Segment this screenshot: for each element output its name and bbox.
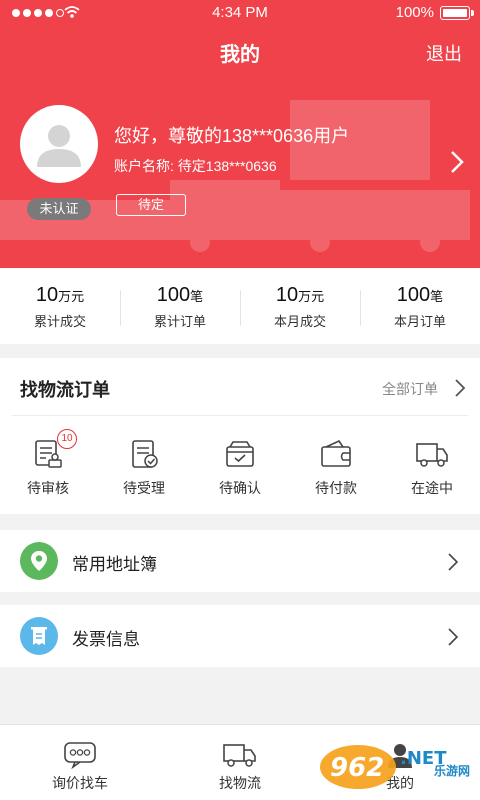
stat-label: 累计成交 — [33, 314, 86, 329]
order-pending-confirm[interactable]: 待确认 — [192, 438, 288, 498]
orders-title: 找物流订单 — [20, 380, 110, 400]
tab-label: 找物流 — [219, 775, 261, 791]
logout-button[interactable]: 退出 — [426, 40, 462, 66]
default-user-icon — [37, 125, 81, 167]
stat-unit: 笔 — [430, 289, 444, 304]
all-orders-link[interactable]: 全部订单 — [382, 379, 438, 399]
profile-chevron-right-icon[interactable] — [450, 150, 464, 174]
truck-icon — [223, 744, 256, 767]
stat-label: 累计订单 — [153, 314, 206, 329]
account-name: 账户名称: 待定138***0636 — [114, 158, 277, 174]
order-pending-acceptance[interactable]: 待受理 — [96, 438, 192, 498]
stat-unit: 笔 — [190, 289, 204, 304]
stat-label: 本月订单 — [393, 314, 446, 329]
chevron-right-icon[interactable] — [454, 378, 466, 398]
status-bar: 4:34 PM 100% — [0, 0, 480, 26]
page-title: 我的 — [220, 44, 260, 66]
stat-total-turnover: 10万元 累计成交 — [0, 268, 120, 344]
stat-value: 100 — [156, 284, 191, 306]
order-status-label: 待审核 — [27, 480, 69, 496]
profile-header: 4:34 PM 100% 我的 退出 未认证 您好，尊敬的138***0636用… — [0, 0, 480, 268]
verification-status-badge: 未认证 — [27, 198, 91, 220]
avatar[interactable] — [20, 105, 98, 183]
stat-value: 10 — [35, 284, 59, 306]
stat-unit: 万元 — [58, 289, 85, 304]
svg-text:962: 962 — [330, 753, 384, 783]
address-book-row[interactable]: 常用地址簿 — [0, 530, 480, 592]
invoice-info-label: 发票信息 — [72, 630, 140, 649]
stat-value: 10 — [275, 284, 299, 306]
stat-total-orders: 100笔 累计订单 — [120, 268, 240, 344]
watermark-text: 乐游网 — [433, 764, 470, 778]
order-pending-review[interactable]: 10 待审核 — [0, 429, 96, 498]
stat-month-turnover: 10万元 本月成交 — [240, 268, 360, 344]
chat-bubble-icon — [64, 742, 96, 769]
confirm-box-icon — [226, 441, 254, 467]
chevron-right-icon — [448, 628, 458, 646]
tab-logistics[interactable]: 找物流 — [160, 725, 320, 800]
order-status-row: 10 待审核 待受理 待确认 待付款 在途中 — [0, 429, 480, 498]
invoice-icon — [20, 617, 58, 655]
location-pin-icon — [20, 542, 58, 580]
logistics-orders-card: 找物流订单 全部订单 10 待审核 待受理 待确认 待付款 在途中 — [0, 358, 480, 514]
order-status-label: 待付款 — [315, 480, 357, 496]
pending-tag: 待定 — [116, 194, 186, 216]
order-in-transit[interactable]: 在途中 — [384, 438, 480, 498]
address-book-label: 常用地址簿 — [72, 555, 157, 574]
battery-icon — [440, 6, 474, 20]
order-status-label: 待受理 — [123, 480, 165, 496]
tab-inquiry[interactable]: 询价找车 — [0, 725, 160, 800]
stats-bar: 10万元 累计成交 100笔 累计订单 10万元 本月成交 100笔 本月订单 — [0, 268, 480, 344]
greeting-text: 您好，尊敬的138***0636用户 — [114, 126, 350, 146]
battery-percent: 100% — [395, 4, 434, 21]
order-pending-payment[interactable]: 待付款 — [288, 438, 384, 498]
wallet-icon — [321, 439, 351, 467]
chevron-right-icon — [448, 553, 458, 571]
accept-doc-icon — [132, 440, 158, 468]
stat-label: 本月成交 — [273, 314, 326, 329]
stat-value: 100 — [396, 284, 431, 306]
invoice-info-row[interactable]: 发票信息 — [0, 605, 480, 667]
stat-month-orders: 100笔 本月订单 — [360, 268, 480, 344]
pending-review-count-badge: 10 — [57, 429, 77, 449]
tab-label: 询价找车 — [52, 775, 108, 791]
order-status-label: 在途中 — [411, 480, 453, 496]
order-status-label: 待确认 — [219, 480, 261, 496]
stat-unit: 万元 — [298, 289, 325, 304]
orders-header[interactable]: 找物流订单 全部订单 — [12, 358, 468, 416]
truck-icon — [416, 443, 448, 467]
